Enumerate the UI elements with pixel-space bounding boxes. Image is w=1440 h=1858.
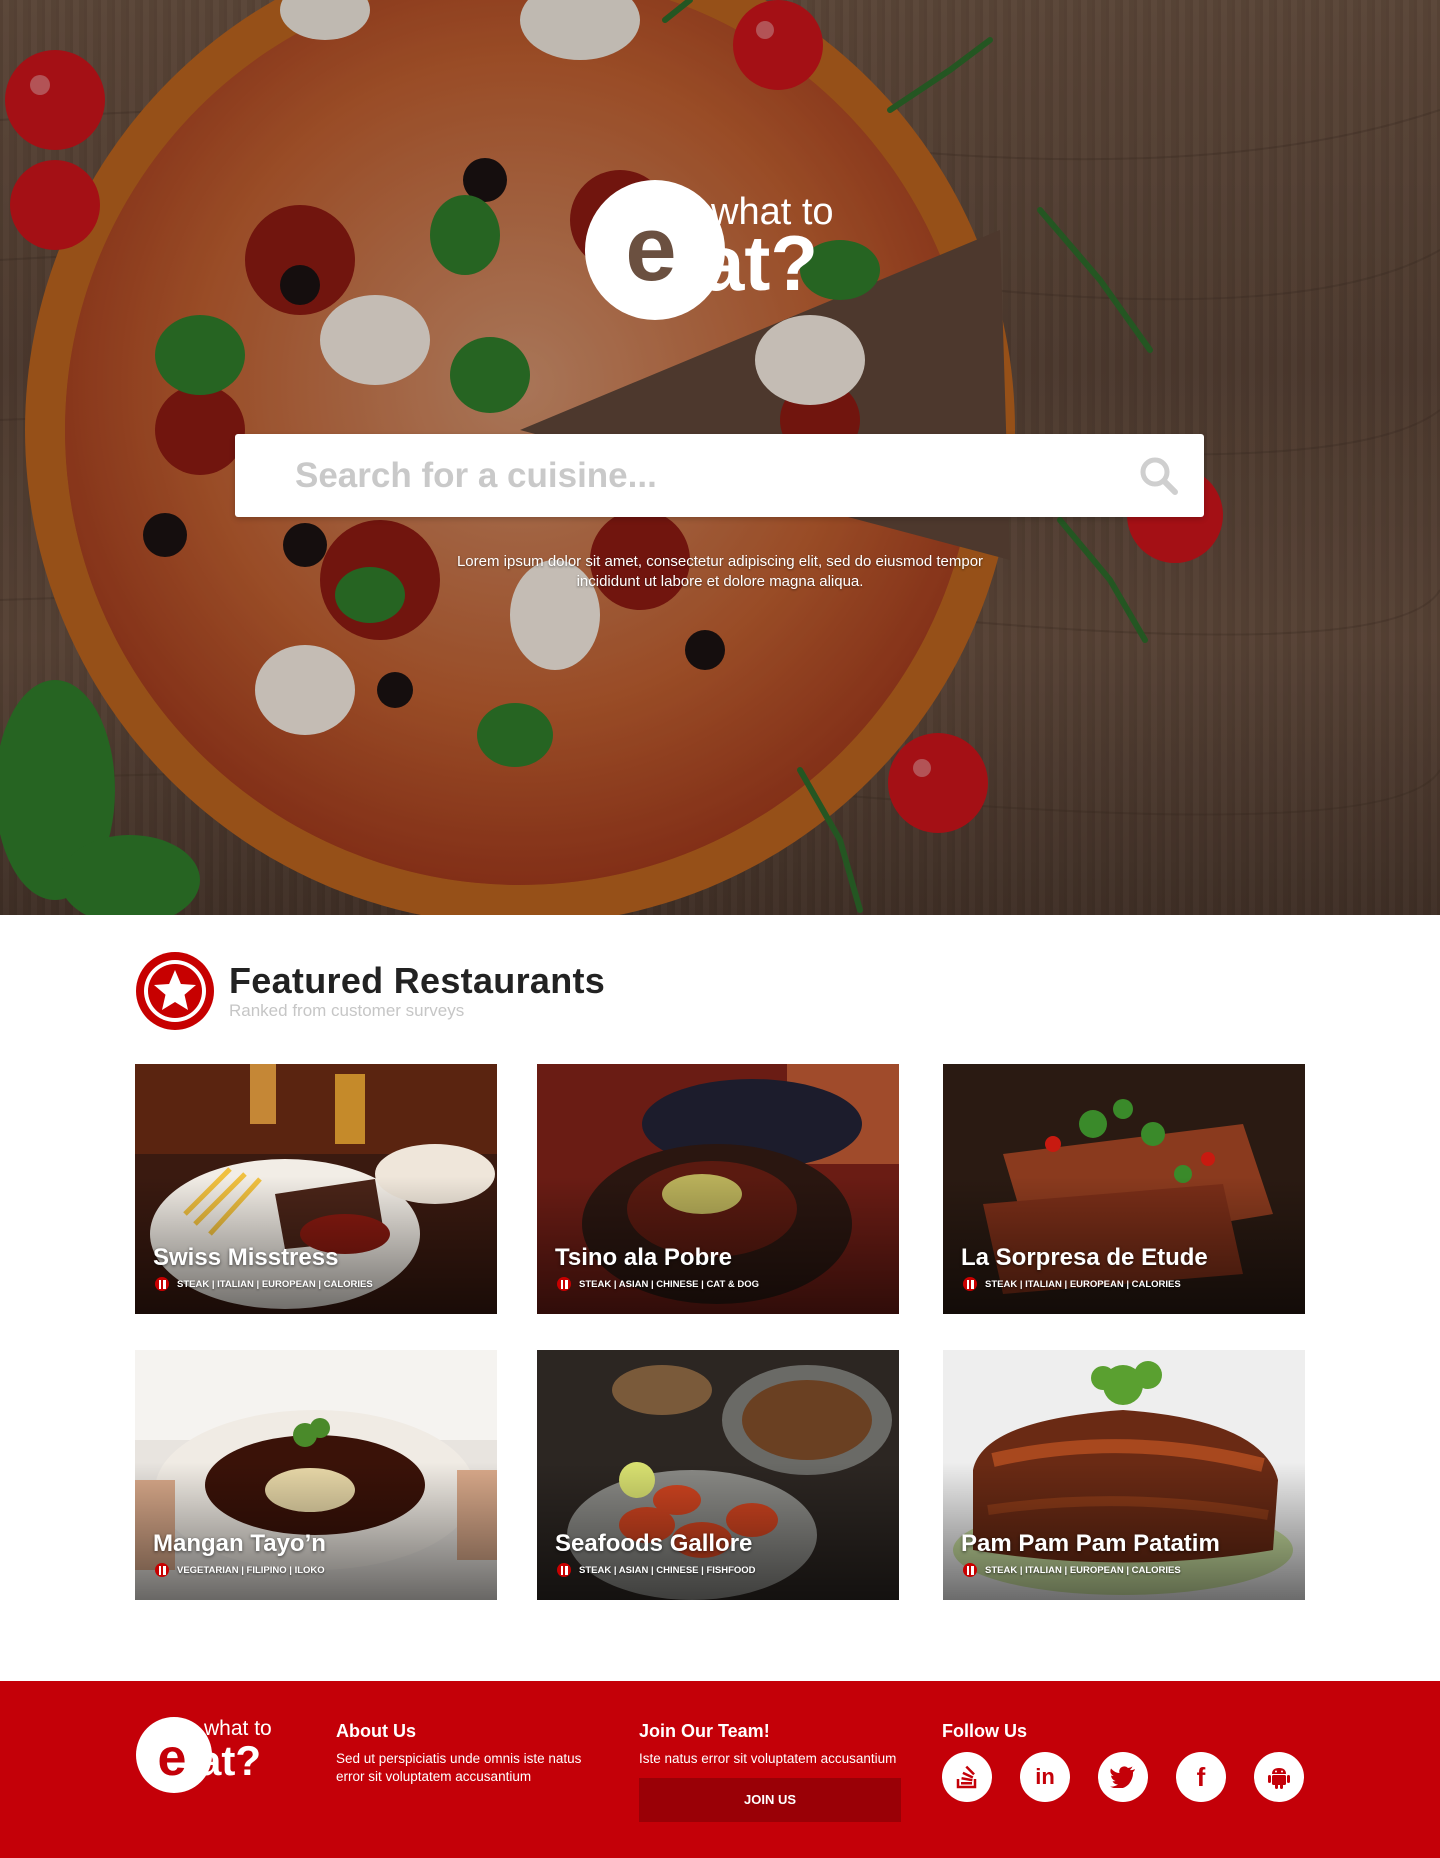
restaurant-tags-text: STEAK | ITALIAN | EUROPEAN | CALORIES (985, 1278, 1181, 1290)
restaurant-tags-text: STEAK | ASIAN | CHINESE | FISHFOOD (579, 1564, 756, 1576)
restaurant-tags: STEAK | ITALIAN | EUROPEAN | CALORIES (963, 1277, 1181, 1291)
restaurant-tags: STEAK | ASIAN | CHINESE | FISHFOOD (557, 1563, 756, 1577)
footer-about-text-line-1: Sed ut perspiciatis unde omnis iste natu… (336, 1751, 582, 1766)
svg-text:e: e (158, 1729, 187, 1787)
stackoverflow-icon (956, 1765, 977, 1789)
logo-at-text: at? (701, 219, 818, 307)
restaurant-tags: STEAK | ITALIAN | EUROPEAN | CALORIES (155, 1277, 373, 1291)
social-links: in f (942, 1752, 1304, 1802)
android-link[interactable] (1254, 1752, 1304, 1802)
hero-description: Lorem ipsum dolor sit amet, consectetur … (420, 552, 1020, 592)
hero-description-line-2: incididunt ut labore et dolore magna ali… (576, 573, 864, 590)
twitter-icon (1110, 1766, 1135, 1788)
utensils-icon (963, 1563, 977, 1577)
twitter-link[interactable] (1098, 1752, 1148, 1802)
footer-about-title: About Us (336, 1721, 416, 1741)
featured-subtitle: Ranked from customer surveys (229, 1001, 465, 1020)
restaurant-card-mangan-tayon[interactable]: Mangan Tayo’n VEGETARIAN | FILIPINO | IL… (135, 1350, 497, 1600)
facebook-icon: f (1196, 1761, 1206, 1792)
cuisine-search-bar (235, 434, 1204, 517)
search-button[interactable] (1114, 434, 1204, 517)
utensils-icon (155, 1277, 169, 1291)
restaurant-name: Mangan Tayo’n (153, 1530, 326, 1557)
footer-join-text: Iste natus error sit voluptatem accusant… (639, 1751, 897, 1766)
linkedin-icon: in (1035, 1764, 1055, 1789)
search-icon (1140, 457, 1178, 495)
restaurant-name: Swiss Misstress (153, 1244, 339, 1271)
restaurant-tags-text: VEGETARIAN | FILIPINO | ILOKO (177, 1564, 325, 1576)
facebook-link[interactable]: f (1176, 1752, 1226, 1802)
restaurant-card-la-sorpresa-de-etude[interactable]: La Sorpresa de Etude STEAK | ITALIAN | E… (943, 1064, 1305, 1314)
svg-text:e: e (625, 198, 676, 300)
footer-follow: Follow Us in f (942, 1721, 1304, 1802)
footer-follow-title: Follow Us (942, 1721, 1027, 1741)
featured-header: Featured Restaurants Ranked from custome… (136, 951, 605, 1031)
restaurant-tags: STEAK | ITALIAN | EUROPEAN | CALORIES (963, 1563, 1181, 1577)
restaurant-tags-text: STEAK | ITALIAN | EUROPEAN | CALORIES (985, 1564, 1181, 1576)
stackoverflow-link[interactable] (942, 1752, 992, 1802)
restaurant-tags: VEGETARIAN | FILIPINO | ILOKO (155, 1563, 325, 1577)
utensils-icon (557, 1563, 571, 1577)
restaurant-card-swiss-misstress[interactable]: Swiss Misstress STEAK | ITALIAN | EUROPE… (135, 1064, 497, 1314)
restaurant-tags: STEAK | ASIAN | CHINESE | CAT & DOG (557, 1277, 759, 1291)
star-badge-icon (136, 952, 214, 1030)
restaurant-tags-text: STEAK | ITALIAN | EUROPEAN | CALORIES (177, 1278, 373, 1290)
footer-about: About Us Sed ut perspiciatis unde omnis … (336, 1721, 581, 1786)
restaurant-name: Pam Pam Pam Patatim (961, 1530, 1220, 1557)
footer-logo-at-text: at? (198, 1737, 261, 1784)
utensils-icon (155, 1563, 169, 1577)
hero-description-line-1: Lorem ipsum dolor sit amet, consectetur … (456, 553, 984, 570)
restaurant-name: Tsino ala Pobre (555, 1244, 732, 1271)
join-us-button[interactable]: JOIN US (639, 1778, 901, 1822)
footer-logo[interactable]: e what to at? (134, 1713, 282, 1793)
footer-join-title: Join Our Team! (639, 1721, 770, 1741)
restaurant-name: La Sorpresa de Etude (961, 1244, 1208, 1271)
restaurant-card-seafoods-gallore[interactable]: Seafoods Gallore STEAK | ASIAN | CHINESE… (537, 1350, 899, 1600)
hero-banner: e what to at? Lorem ipsum dolor sit amet… (0, 0, 1440, 915)
restaurant-name: Seafoods Gallore (555, 1530, 753, 1557)
linkedin-link[interactable]: in (1020, 1752, 1070, 1802)
utensils-icon (557, 1277, 571, 1291)
restaurant-card-pam-pam-pam-patatim[interactable]: Pam Pam Pam Patatim STEAK | ITALIAN | EU… (943, 1350, 1305, 1600)
footer-join: Join Our Team! Iste natus error sit volu… (639, 1721, 901, 1822)
site-footer: e what to at? About Us Sed ut perspiciat… (0, 1681, 1440, 1858)
cuisine-search-input[interactable] (235, 434, 1114, 517)
restaurant-card-tsino-ala-pobre[interactable]: Tsino ala Pobre STEAK | ASIAN | CHINESE … (537, 1064, 899, 1314)
featured-title: Featured Restaurants (229, 960, 606, 1001)
footer-about-text-line-2: error sit voluptatem accusantium (336, 1769, 532, 1784)
restaurant-tags-text: STEAK | ASIAN | CHINESE | CAT & DOG (579, 1278, 760, 1290)
utensils-icon (963, 1277, 977, 1291)
what-to-eat-logo[interactable]: e what to at? (583, 178, 849, 323)
android-icon (1268, 1768, 1290, 1789)
